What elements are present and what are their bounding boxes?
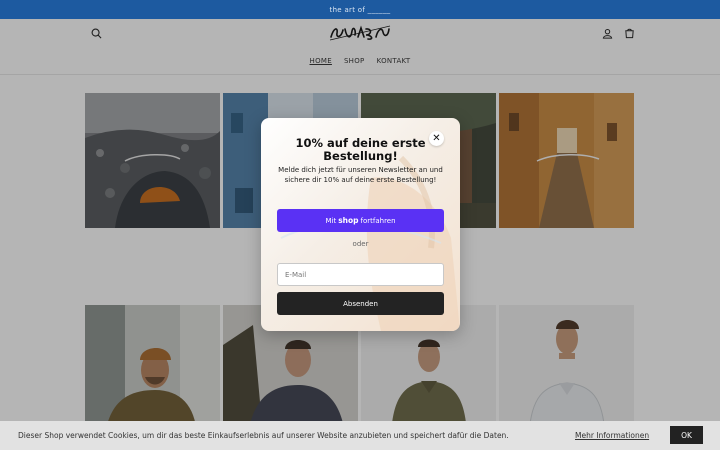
popup-title: 10% auf deine erste Bestellung! [295, 136, 426, 163]
shop-logo: shop [338, 216, 359, 225]
cookie-text: Dieser Shop verwendet Cookies, um dir da… [18, 431, 509, 440]
shop-button-suffix: fortfahren [360, 216, 396, 225]
announcement-bar: the art of ______ [0, 0, 720, 19]
cookie-ok-button[interactable]: OK [670, 426, 703, 444]
newsletter-popup: ✕ 10% auf deine erste Bestellung! Melde … [261, 118, 460, 331]
submit-button[interactable]: Absenden [277, 292, 444, 315]
or-divider: oder [352, 240, 369, 248]
popup-description: Melde dich jetzt für unseren Newsletter … [278, 166, 443, 184]
shop-pay-button[interactable]: Mit shop fortfahren [277, 209, 444, 232]
cookie-more-info-link[interactable]: Mehr Informationen [575, 431, 649, 440]
cookie-banner: Dieser Shop verwendet Cookies, um dir da… [0, 421, 720, 450]
shop-button-prefix: Mit [325, 216, 337, 225]
announcement-text: the art of ______ [329, 5, 391, 14]
email-field[interactable] [277, 263, 444, 286]
